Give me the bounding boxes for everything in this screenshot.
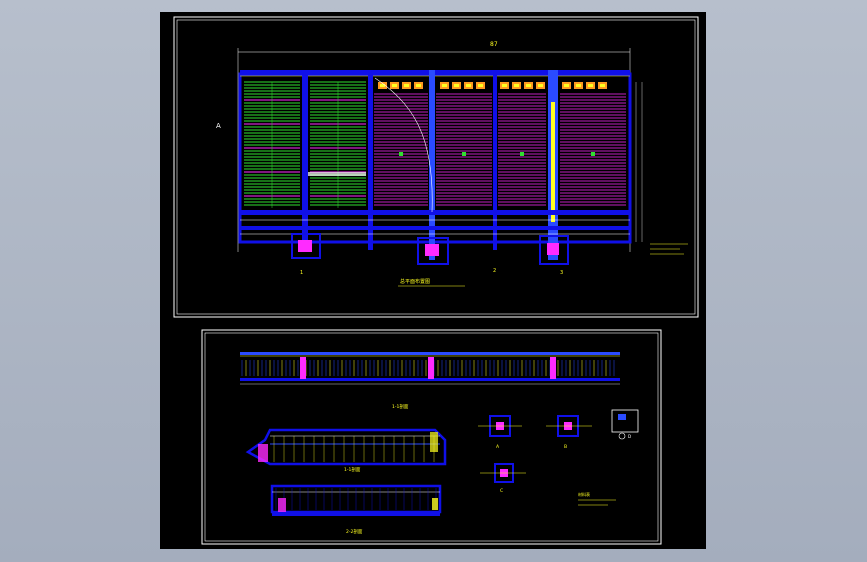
section-2: 2-2剖面 <box>270 484 442 535</box>
section-1-top-title: 1-1剖面 <box>392 403 409 410</box>
plan-notes <box>650 243 688 255</box>
detail-a: A <box>478 415 522 450</box>
detail-c-title: C <box>500 488 503 494</box>
valve-row <box>378 82 607 89</box>
top-frame-outer <box>173 16 699 318</box>
detail-c: C <box>480 463 526 494</box>
detail-b-title: B <box>564 444 567 450</box>
section-2-title: 2-2剖面 <box>346 528 363 535</box>
cad-drawing: 87 A 1 2 3 总平面布置图 1-1剖面 1-1剖面 2-2剖面 A B … <box>173 16 699 545</box>
detail-d-title: D <box>628 434 631 439</box>
section-mark-1: 1 <box>300 270 303 276</box>
plan-dimension-label: 87 <box>490 41 498 48</box>
plan-title: 总平面布置图 <box>400 278 430 285</box>
plan-side-mark: A <box>216 122 221 130</box>
section-1-title: 1-1剖面 <box>344 466 361 473</box>
elevation-view <box>240 352 620 385</box>
plan-view: 87 A 1 2 3 总平面布置图 <box>216 41 688 287</box>
top-frame-inner <box>176 19 696 315</box>
legend-note: 材料表 <box>578 491 616 506</box>
detail-a-title: A <box>496 444 500 450</box>
section-1: 1-1剖面 1-1剖面 <box>245 403 447 473</box>
section-mark-3: 3 <box>560 270 563 276</box>
detail-b: B <box>546 415 592 450</box>
drawing-sheet: 87 A 1 2 3 总平面布置图 1-1剖面 1-1剖面 2-2剖面 A B … <box>160 12 706 549</box>
detail-d: D <box>611 409 639 440</box>
section-mark-2: 2 <box>493 268 496 274</box>
filter-cells-magenta <box>374 93 626 206</box>
legend-label: 材料表 <box>578 491 590 497</box>
